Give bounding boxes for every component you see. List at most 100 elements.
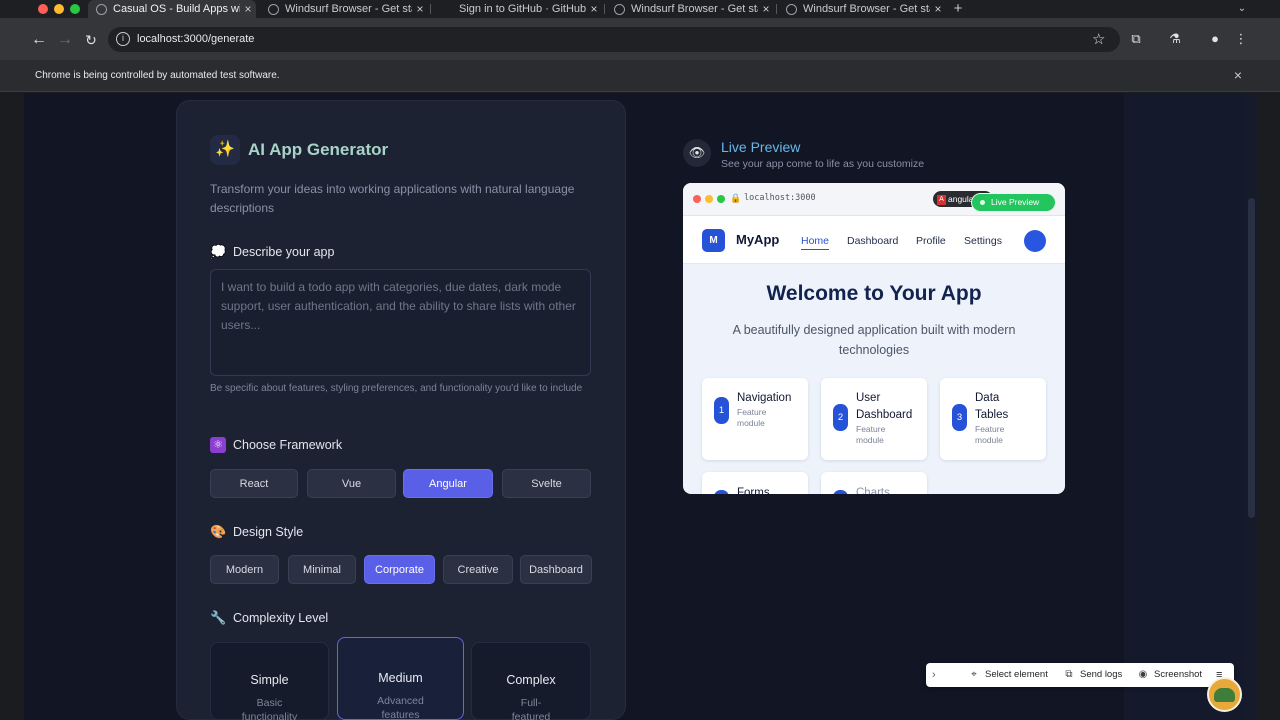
camera-icon: ◉ (1138, 669, 1148, 680)
style-corporate-button[interactable]: Corporate (364, 555, 435, 584)
window-close-button[interactable] (38, 4, 48, 14)
feature-card[interactable]: 3 Data Tables Feature module (940, 378, 1046, 460)
preview-browser-bar: 🔒 localhost:3000 Aangular Live Preview (683, 183, 1065, 216)
tab-close-icon[interactable]: × (758, 2, 774, 16)
feature-card[interactable]: 4 Forms (702, 472, 808, 494)
back-arrow-icon[interactable]: ← (28, 29, 50, 51)
nav-settings-link[interactable]: Settings (964, 235, 1002, 247)
framework-react-button[interactable]: React (210, 469, 298, 498)
sparkles-icon: ✨ (210, 135, 240, 165)
complexity-complex-card[interactable]: Complex Full-featured (471, 642, 591, 720)
assistant-avatar[interactable] (1207, 677, 1242, 712)
tab-windsurf-1[interactable]: Windsurf Browser - Get start... × (260, 0, 428, 18)
tab-windsurf-3[interactable]: Windsurf Browser - Get start... × (778, 0, 946, 18)
complexity-title: Medium (378, 671, 423, 685)
complexity-simple-card[interactable]: Simple Basic functionality (210, 642, 329, 720)
tab-title: Windsurf Browser - Get start... (285, 3, 412, 15)
address-url[interactable]: localhost:3000/generate (137, 33, 254, 45)
complexity-title: Simple (250, 673, 289, 687)
framework-vue-button[interactable]: Vue (307, 469, 396, 498)
scrollbar-thumb[interactable] (1248, 198, 1255, 518)
preview-frame: 🔒 localhost:3000 Aangular Live Preview M… (683, 183, 1065, 494)
tab-strip: Casual OS - Build Apps with ... × Windsu… (0, 0, 1280, 18)
select-element-button[interactable]: ⌖ Select element (968, 663, 1048, 687)
profile-icon[interactable]: ● (1206, 30, 1224, 48)
tab-github[interactable]: Sign in to GitHub · GitHub × (434, 0, 602, 18)
atom-icon: ⚛ (210, 437, 226, 453)
feature-name: Data Tables (975, 392, 1009, 421)
tab-title: Windsurf Browser - Get start... (803, 3, 930, 15)
tab-title: Casual OS - Build Apps with ... (113, 3, 240, 15)
reload-icon[interactable]: ↻ (80, 29, 102, 51)
app-brand: MyApp (736, 232, 780, 247)
nav-home-link[interactable]: Home (801, 235, 830, 250)
infobar-close-icon[interactable]: × (1230, 67, 1246, 83)
windsurf-icon (268, 3, 279, 15)
feature-name: User Dashboard (856, 392, 913, 421)
kebab-menu-icon[interactable]: ⋮ (1232, 30, 1250, 48)
describe-hint: Be specific about features, styling pref… (210, 383, 583, 394)
live-preview-badge: Live Preview (972, 194, 1055, 211)
wrench-icon: 🔧 (210, 610, 227, 625)
eye-icon: 👁 (683, 139, 711, 167)
complexity-desc: Advanced features (377, 695, 424, 720)
style-creative-button[interactable]: Creative (443, 555, 513, 584)
window-zoom-button[interactable] (70, 4, 80, 14)
site-info-icon[interactable]: i (116, 32, 130, 46)
complexity-medium-card[interactable]: Medium Advanced features (337, 637, 464, 720)
automation-notice: Chrome is being controlled by automated … (35, 70, 280, 81)
forward-arrow-icon[interactable]: → (54, 29, 76, 51)
lock-icon: 🔒 (730, 193, 742, 203)
feature-number: 3 (952, 404, 967, 431)
tab-close-icon[interactable]: × (240, 2, 256, 16)
avatar[interactable] (1024, 230, 1046, 252)
bookmark-star-icon[interactable]: ☆ (1092, 30, 1105, 48)
thought-bubble-icon: 💭 (210, 244, 227, 259)
palette-icon: 🎨 (210, 524, 227, 539)
nav-profile-link[interactable]: Profile (916, 235, 946, 247)
labs-flask-icon[interactable]: ⚗ (1166, 30, 1184, 48)
tab-casual-os[interactable]: Casual OS - Build Apps with ... × (88, 0, 256, 18)
framework-label: ⚛ Choose Framework (210, 437, 342, 453)
window-minimize-button[interactable] (54, 4, 64, 14)
github-icon (442, 4, 453, 15)
feature-card[interactable]: 1 Navigation Feature module (702, 378, 808, 460)
feature-card[interactable]: 5 Charts (821, 472, 927, 494)
feature-number: 1 (714, 397, 729, 424)
send-logs-button[interactable]: ⧉ Send logs (1063, 663, 1122, 687)
generator-title: AI App Generator (248, 140, 389, 159)
app-logo: M (702, 229, 725, 252)
preview-tagline: A beautifully designed application built… (732, 323, 1016, 357)
framework-svelte-button[interactable]: Svelte (502, 469, 591, 498)
tab-close-icon[interactable]: × (412, 2, 428, 16)
tab-close-icon[interactable]: × (930, 2, 946, 16)
preview-url: localhost:3000 (744, 193, 816, 203)
complexity-title: Complex (506, 673, 556, 687)
collapse-chevron-icon[interactable]: › (932, 663, 948, 687)
extensions-icon[interactable]: ⧉ (1127, 30, 1145, 48)
tab-close-icon[interactable]: × (586, 2, 602, 16)
style-minimal-button[interactable]: Minimal (288, 555, 356, 584)
address-bar[interactable] (108, 27, 1120, 52)
feature-desc: Feature module (856, 424, 886, 445)
tab-title: Windsurf Browser - Get start... (631, 3, 758, 15)
feature-card[interactable]: 2 User Dashboard Feature module (821, 378, 927, 460)
style-modern-button[interactable]: Modern (210, 555, 279, 584)
preview-app-navbar: M MyApp Home Dashboard Profile Settings (683, 216, 1065, 264)
tab-windsurf-2[interactable]: Windsurf Browser - Get start... × (606, 0, 774, 18)
live-preview-title: Live Preview (721, 139, 801, 155)
tab-search-chevron-icon[interactable]: ⌄ (1234, 0, 1250, 18)
feature-desc: Feature module (737, 407, 767, 428)
angular-icon: A (937, 194, 946, 205)
generator-subtitle: Transform your ideas into working applic… (210, 182, 575, 215)
nav-dashboard-link[interactable]: Dashboard (847, 235, 898, 247)
style-dashboard-button[interactable]: Dashboard (520, 555, 592, 584)
complexity-desc: Full-featured (511, 697, 551, 720)
devtools-toolbar: › ⌖ Select element ⧉ Send logs ◉ Screenshot… (926, 663, 1234, 687)
new-tab-button[interactable]: + (950, 0, 966, 18)
feature-number: 5 (833, 490, 848, 494)
framework-angular-button[interactable]: Angular (403, 469, 493, 498)
describe-textarea[interactable]: I want to build a todo app with categori… (210, 269, 591, 376)
screenshot-button[interactable]: ◉ Screenshot (1137, 663, 1202, 687)
live-preview-subtitle: See your app come to life as you customi… (721, 158, 925, 170)
